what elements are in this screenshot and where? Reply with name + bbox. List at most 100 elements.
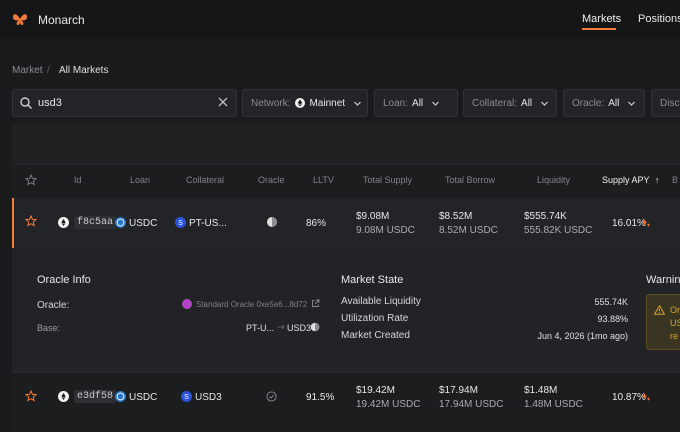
liquidity-usd: $1.48M (524, 385, 558, 396)
breadcrumb-separator: / (47, 65, 50, 76)
loan-asset: USDC (129, 218, 158, 229)
market-id[interactable]: f8c5aa (74, 216, 117, 229)
rewards-sparkle-icon[interactable] (641, 218, 651, 228)
supply-apy-label: Supply APY (602, 175, 650, 185)
total-borrow-token: 8.52M USDC (439, 225, 498, 236)
clear-search-icon[interactable] (217, 96, 229, 108)
total-borrow-token: 17.94M USDC (439, 399, 504, 410)
column-header-borrow-apy[interactable]: B (672, 175, 678, 185)
warning-icon (654, 305, 665, 315)
usdc-token-icon (115, 217, 126, 228)
oracle-filter-dropdown[interactable]: Oracle: All (563, 89, 645, 117)
nav-positions-link[interactable]: Positions (638, 13, 680, 25)
ethereum-network-icon (295, 98, 306, 108)
column-header-collateral[interactable]: Collateral (186, 175, 224, 185)
oracle-filter-value: All (608, 97, 620, 109)
total-supply-usd: $9.08M (356, 211, 390, 222)
collateral-filter-dropdown[interactable]: Collateral: All (463, 89, 557, 117)
market-state-title: Market State (341, 274, 404, 286)
utilization-rate-value: 93.88% (597, 314, 628, 324)
table-toolbar (12, 124, 680, 164)
total-supply-token: 19.42M USDC (356, 399, 421, 410)
warning-text-line-2: US (670, 318, 680, 328)
usdc-token-icon (115, 391, 126, 402)
ethereum-chain-icon (58, 217, 69, 228)
collateral-filter-label: Collateral: (472, 97, 518, 109)
star-icon[interactable] (25, 215, 37, 227)
oracle-provider-icon (182, 299, 192, 309)
external-link-icon[interactable] (311, 299, 320, 308)
arrow-right-icon (277, 324, 285, 330)
loan-filter-value: All (412, 97, 424, 109)
liquidity-token: 555.82K USDC (524, 225, 593, 236)
rewards-sparkle-icon[interactable] (641, 392, 651, 402)
ethereum-chain-icon (58, 391, 69, 402)
table-header-row (12, 164, 680, 198)
column-header-oracle[interactable]: Oracle (258, 175, 285, 185)
nav-markets-link[interactable]: Markets (582, 13, 621, 25)
available-liquidity-value: 555.74K (594, 297, 628, 307)
loan-filter-label: Loan: (383, 97, 409, 109)
column-header-liquidity[interactable]: Liquidity (537, 175, 570, 185)
market-detail-panel (12, 248, 680, 372)
oracle-label: Oracle: (37, 300, 70, 311)
chevron-down-icon (432, 101, 440, 106)
oracle-filter-label: Oracle: (572, 97, 605, 109)
search-icon (20, 97, 32, 109)
collateral-filter-value: All (521, 97, 533, 109)
network-filter-dropdown[interactable]: Network: Mainnet (242, 89, 368, 117)
warning-text-line-3: re (670, 331, 679, 341)
chevron-down-icon (628, 101, 636, 106)
check-circle-icon[interactable] (266, 391, 277, 402)
warning-text-line-1: Or (670, 305, 680, 315)
lltv-value: 86% (306, 218, 327, 229)
total-borrow-usd: $8.52M (439, 211, 473, 222)
total-borrow-usd: $17.94M (439, 385, 478, 396)
lltv-value: 91.5% (306, 392, 335, 403)
total-supply-token: 9.08M USDC (356, 225, 415, 236)
loan-asset: USDC (129, 392, 158, 403)
top-bar (0, 0, 680, 39)
network-filter-label: Network: (251, 97, 291, 109)
oracle-feed-icon[interactable] (266, 216, 278, 228)
column-header-total-supply[interactable]: Total Supply (363, 175, 412, 185)
svg-text:S: S (184, 394, 189, 401)
base-value: PT-U... (246, 323, 275, 333)
monarch-butterfly-logo-icon[interactable] (12, 11, 28, 27)
search-input[interactable] (38, 95, 208, 111)
liquidity-token: 1.48M USDC (524, 399, 583, 410)
discover-filter-label: Disco (660, 97, 680, 109)
app-title[interactable]: Monarch (38, 13, 85, 27)
base-label: Base: (37, 323, 61, 333)
available-liquidity-label: Available Liquidity (341, 296, 421, 307)
column-header-lltv[interactable]: LLTV (313, 175, 334, 185)
column-header-loan[interactable]: Loan (130, 175, 150, 185)
liquidity-usd: $555.74K (524, 211, 567, 222)
base-quote: USD3 (287, 323, 312, 333)
sort-ascending-icon: ↑ (654, 175, 660, 185)
oracle-feed-icon (310, 322, 320, 332)
total-supply-usd: $19.42M (356, 385, 395, 396)
usd3-token-icon: S (181, 391, 192, 402)
loan-filter-dropdown[interactable]: Loan: All (374, 89, 458, 117)
market-created-label: Market Created (341, 330, 410, 341)
column-header-id[interactable]: Id (74, 175, 82, 185)
discover-filter-button[interactable]: Disco (651, 89, 680, 117)
collateral-asset: USD3 (195, 392, 222, 403)
breadcrumb-all-markets: All Markets (59, 65, 109, 76)
star-icon[interactable] (25, 390, 37, 402)
oracle-info-title: Oracle Info (37, 274, 91, 286)
collateral-asset: PT-US... (189, 218, 227, 229)
warnings-title: Warnin (646, 274, 680, 286)
utilization-rate-label: Utilization Rate (341, 313, 409, 324)
chevron-down-icon (541, 101, 549, 106)
market-id[interactable]: e3df58 (74, 390, 117, 403)
pt-token-icon: S (175, 217, 186, 228)
star-header-icon[interactable] (25, 174, 37, 186)
column-header-total-borrow[interactable]: Total Borrow (445, 175, 495, 185)
column-header-supply-apy[interactable]: Supply APY ↑ (602, 175, 659, 185)
breadcrumb-market[interactable]: Market (12, 65, 43, 76)
market-created-value: Jun 4, 2026 (1mo ago) (537, 331, 628, 341)
svg-text:S: S (178, 220, 183, 227)
oracle-value[interactable]: Standard Oracle 0xe5e6...8d72 (196, 300, 307, 309)
